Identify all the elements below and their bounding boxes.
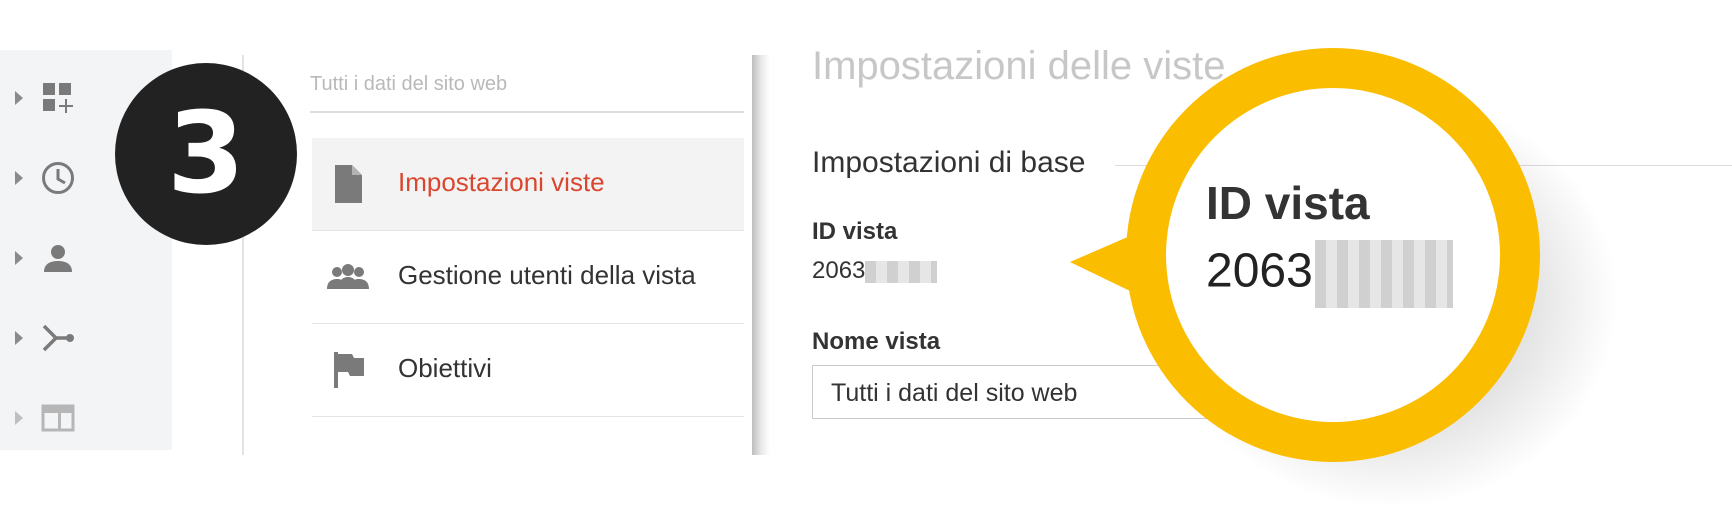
rail-item-audience[interactable] bbox=[0, 228, 172, 288]
clock-icon bbox=[42, 162, 74, 194]
rail-item-acquisition[interactable] bbox=[0, 308, 172, 368]
callout-value: 2063 bbox=[1206, 240, 1453, 308]
step-number-badge: 3 bbox=[115, 63, 297, 245]
group-icon bbox=[327, 264, 369, 289]
menu-item-goals[interactable]: Obiettivi bbox=[312, 324, 744, 417]
view-selector-underline bbox=[310, 111, 744, 113]
expand-caret-icon[interactable] bbox=[15, 331, 23, 345]
menu-item-label: Gestione utenti della vista bbox=[398, 260, 696, 290]
redacted-blur bbox=[1314, 240, 1453, 308]
menu-item-label: Impostazioni viste bbox=[398, 167, 605, 197]
expand-caret-icon[interactable] bbox=[15, 251, 23, 265]
section-heading: Impostazioni di base bbox=[812, 146, 1086, 179]
expand-caret-icon[interactable] bbox=[15, 411, 23, 425]
view-id-digits: 2063 bbox=[812, 257, 866, 284]
flag-icon bbox=[334, 352, 364, 388]
view-menu-column: Tutti i dati del sito web Impostazioni v… bbox=[244, 55, 754, 455]
callout-label: ID vista bbox=[1206, 177, 1370, 229]
magnifier-lens: ID vista 2063 bbox=[1166, 88, 1500, 422]
view-name-label: Nome vista bbox=[812, 328, 941, 355]
menu-item-user-management[interactable]: Gestione utenti della vista bbox=[312, 231, 744, 324]
column-shadow bbox=[752, 55, 770, 455]
page-title: Impostazioni delle viste bbox=[812, 44, 1226, 88]
callout-digits: 2063 bbox=[1206, 244, 1313, 298]
redacted-blur bbox=[865, 260, 938, 283]
view-id-label: ID vista bbox=[812, 218, 898, 245]
expand-caret-icon[interactable] bbox=[15, 171, 23, 185]
view-selector-label[interactable]: Tutti i dati del sito web bbox=[310, 73, 507, 96]
dashboard-add-icon bbox=[43, 83, 73, 113]
document-icon bbox=[335, 165, 362, 203]
menu-item-view-settings[interactable]: Impostazioni viste bbox=[312, 138, 744, 231]
person-icon bbox=[44, 245, 72, 272]
rail-item-behavior[interactable] bbox=[0, 388, 172, 448]
menu-item-label: Obiettivi bbox=[398, 353, 492, 383]
layout-icon bbox=[41, 404, 75, 432]
expand-caret-icon[interactable] bbox=[15, 91, 23, 105]
view-id-value: 2063 bbox=[812, 257, 938, 285]
merge-icon bbox=[42, 324, 74, 352]
